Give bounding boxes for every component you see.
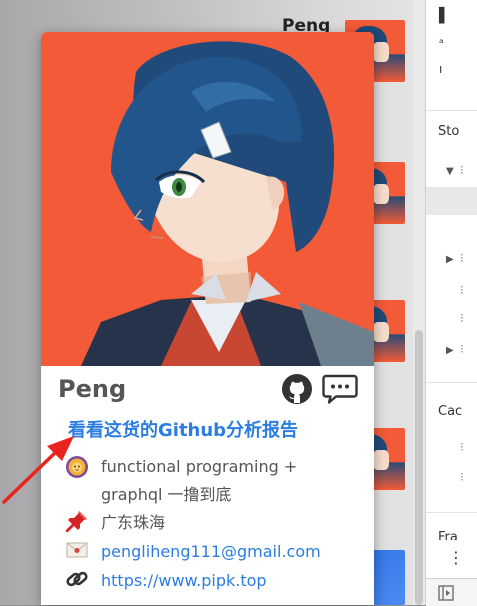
- devtools-glyph: ᵃ: [439, 36, 444, 50]
- bio-row: functional programing + graphql 一撸到底: [65, 453, 297, 509]
- divider: [426, 110, 477, 111]
- devtools-bottom-bar: [426, 578, 477, 606]
- link-icon: [66, 571, 88, 587]
- github-icon[interactable]: [281, 373, 313, 405]
- scrollbar-thumb[interactable]: [415, 330, 423, 605]
- selected-tree-row[interactable]: [426, 187, 477, 215]
- profile-cover-image: [41, 32, 374, 366]
- envelope-icon: [66, 542, 88, 558]
- comment-icon[interactable]: [322, 373, 358, 405]
- divider: [426, 382, 477, 383]
- tree-item-icon: ⁝: [460, 283, 464, 297]
- github-report-link[interactable]: 看看这货的Github分析报告: [68, 416, 298, 442]
- devtools-glyph: ı: [439, 62, 443, 76]
- profile-name: Peng: [58, 375, 127, 403]
- cache-section-label: Cac: [438, 404, 463, 419]
- divider: [426, 512, 477, 513]
- annotation-arrow-icon: [2, 436, 74, 504]
- bio-line-1: functional programing +: [101, 457, 298, 476]
- devtools-glyph: ▌: [439, 8, 450, 24]
- tree-item-icon: ⁝: [460, 311, 464, 325]
- expand-arrow-icon[interactable]: ▼: [446, 166, 454, 177]
- bio-line-2: graphql 一撸到底: [101, 485, 232, 504]
- tree-item-icon: ⁝: [460, 470, 464, 484]
- pushpin-icon: [66, 511, 87, 532]
- frames-section-label: Fra: [438, 530, 458, 540]
- tree-item-icon: ⁝: [460, 163, 464, 177]
- more-menu-icon[interactable]: ⋮: [448, 548, 464, 567]
- devtools-panel: ▌ ᵃ ı Sto ▼ ⁝ ▶ ⁝ ⁝ ⁝ ▶ ⁝ Cac ⁝ ⁝ Fra ⋮: [425, 0, 477, 606]
- location-row: 广东珠海: [65, 509, 165, 537]
- tree-item-icon: ⁝: [460, 440, 464, 454]
- collapse-arrow-icon[interactable]: ▶: [446, 345, 454, 356]
- storage-section-label: Sto: [438, 124, 460, 139]
- profile-card: Peng 看看这货的Github分析报告 functional programi…: [41, 32, 374, 605]
- website-link[interactable]: https://www.pipk.top: [101, 567, 267, 595]
- website-row: https://www.pipk.top: [65, 567, 267, 595]
- email-link[interactable]: pengliheng111@gmail.com: [101, 538, 321, 566]
- email-row: pengliheng111@gmail.com: [65, 538, 321, 566]
- tree-item-icon: ⁝: [460, 251, 464, 265]
- drawer-toggle-icon[interactable]: [438, 585, 454, 601]
- location-text: 广东珠海: [101, 513, 166, 532]
- tree-item-icon: ⁝: [460, 342, 464, 356]
- bio-text: functional programing + graphql 一撸到底: [101, 453, 297, 509]
- collapse-arrow-icon[interactable]: ▶: [446, 254, 454, 265]
